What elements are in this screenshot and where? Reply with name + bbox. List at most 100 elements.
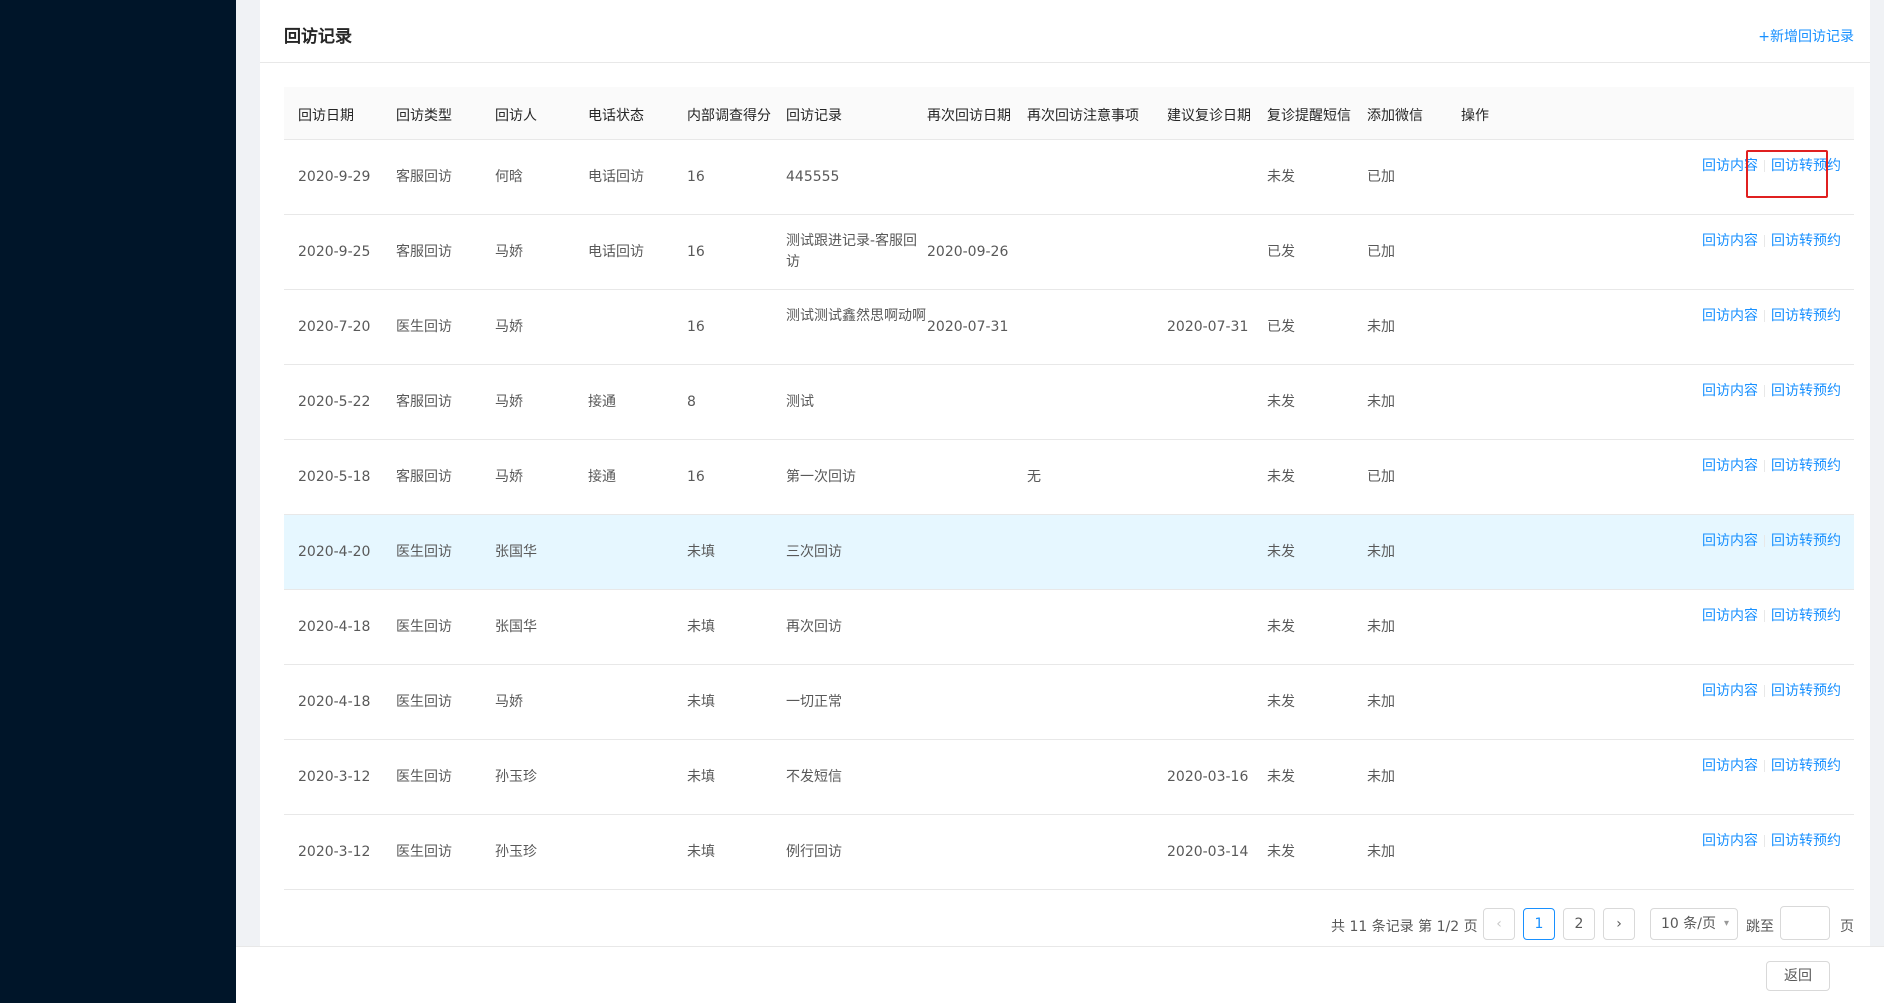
convert-to-booking-link[interactable]: 回访转预约: [1771, 458, 1841, 474]
view-content-link[interactable]: 回访内容: [1702, 458, 1758, 474]
cell-followup-type: 医生回访: [396, 619, 452, 635]
cell-phone-status: 电话回访: [588, 169, 644, 185]
col-revisit-date: 建议复诊日期: [1167, 108, 1251, 124]
jump-label: 跳至: [1746, 919, 1774, 935]
col-followup-date: 回访日期: [298, 108, 354, 124]
action-divider: [1764, 610, 1765, 622]
convert-to-booking-link[interactable]: 回访转预约: [1771, 833, 1841, 849]
action-divider: [1764, 685, 1765, 697]
cell-internal-score: 16: [687, 169, 705, 185]
cell-sms-reminder: 未发: [1267, 169, 1295, 185]
action-divider: [1764, 535, 1765, 547]
col-phone-status: 电话状态: [588, 108, 644, 124]
pagination-total: 共 11 条记录 第 1/2 页: [1331, 919, 1478, 935]
row-actions: 回访内容 回访转预约: [1702, 381, 1852, 402]
cell-wechat: 未加: [1367, 544, 1395, 560]
cell-sms-reminder: 未发: [1267, 469, 1295, 485]
view-content-link[interactable]: 回访内容: [1702, 758, 1758, 774]
col-followup-person: 回访人: [495, 108, 537, 124]
cell-followup-record: 测试测试鑫然思啊动啊: [786, 308, 926, 324]
page-2-button[interactable]: 2: [1563, 908, 1595, 940]
convert-to-booking-link[interactable]: 回访转预约: [1771, 683, 1841, 699]
content-gutter-right: [1870, 0, 1884, 946]
add-followup-link[interactable]: +新增回访记录: [1758, 26, 1854, 46]
cell-followup-date: 2020-3-12: [298, 844, 371, 860]
table-row: 2020-4-18 医生回访 张国华 未填 再次回访 未发 未加 回访内容 回访转预约: [284, 590, 1854, 665]
col-actions: 操作: [1461, 108, 1489, 124]
view-content-link[interactable]: 回访内容: [1702, 158, 1758, 174]
cell-followup-type: 医生回访: [396, 319, 452, 335]
row-actions: 回访内容 回访转预约: [1702, 156, 1852, 177]
convert-to-booking-link[interactable]: 回访转预约: [1771, 383, 1841, 399]
action-divider: [1764, 235, 1765, 247]
cell-followup-person: 马娇: [495, 694, 523, 710]
table-row: 2020-5-18 客服回访 马娇 接通 16 第一次回访 无 未发 已加 回访内容 回访转预约: [284, 440, 1854, 515]
convert-to-booking-link[interactable]: 回访转预约: [1771, 308, 1841, 324]
cell-internal-score: 16: [687, 319, 705, 335]
view-content-link[interactable]: 回访内容: [1702, 608, 1758, 624]
convert-to-booking-link[interactable]: 回访转预约: [1771, 758, 1841, 774]
page-1-button[interactable]: 1: [1523, 908, 1555, 940]
cell-sms-reminder: 未发: [1267, 544, 1295, 560]
cell-internal-score: 未填: [687, 544, 715, 560]
view-content-link[interactable]: 回访内容: [1702, 533, 1758, 549]
view-content-link[interactable]: 回访内容: [1702, 308, 1758, 324]
table-row: 2020-7-20 医生回访 马娇 16 测试测试鑫然思啊动啊 2020-07-31 202…: [284, 290, 1854, 365]
convert-to-booking-link[interactable]: 回访转预约: [1771, 158, 1841, 174]
cell-followup-record: 445555: [786, 169, 840, 185]
cell-followup-type: 医生回访: [396, 844, 452, 860]
cell-sms-reminder: 未发: [1267, 769, 1295, 785]
action-divider: [1764, 385, 1765, 397]
table-row: 2020-4-20 医生回访 张国华 未填 三次回访 未发 未加 回访内容 回访转预约: [284, 515, 1854, 590]
cell-wechat: 未加: [1367, 394, 1395, 410]
action-divider: [1764, 460, 1765, 472]
view-content-link[interactable]: 回访内容: [1702, 833, 1758, 849]
back-button[interactable]: 返回: [1766, 961, 1830, 991]
row-actions: 回访内容 回访转预约: [1702, 606, 1852, 627]
cell-followup-date: 2020-9-29: [298, 169, 371, 185]
card-header: 回访记录 +新增回访记录: [260, 0, 1870, 63]
table-row: 2020-9-25 客服回访 马娇 电话回访 16 测试跟进记录-客服回访 2020-09-…: [284, 215, 1854, 290]
row-actions: 回访内容 回访转预约: [1702, 456, 1852, 477]
view-content-link[interactable]: 回访内容: [1702, 683, 1758, 699]
cell-wechat: 未加: [1367, 619, 1395, 635]
followup-card: 回访记录 +新增回访记录 回访日期 回访类型 回访人 电话状态 内部调查得分 回…: [260, 0, 1870, 946]
prev-page-button[interactable]: ‹: [1483, 908, 1515, 940]
cell-followup-type: 客服回访: [396, 469, 452, 485]
cell-followup-record: 三次回访: [786, 544, 842, 560]
cell-followup-date: 2020-5-22: [298, 394, 371, 410]
followup-table: 回访日期 回访类型 回访人 电话状态 内部调查得分 回访记录 再次回访日期 再次…: [284, 87, 1854, 890]
convert-to-booking-link[interactable]: 回访转预约: [1771, 533, 1841, 549]
cell-wechat: 已加: [1367, 469, 1395, 485]
view-content-link[interactable]: 回访内容: [1702, 233, 1758, 249]
cell-sms-reminder: 未发: [1267, 619, 1295, 635]
table-row: 2020-5-22 客服回访 马娇 接通 8 测试 未发 未加 回访内容 回访转预约: [284, 365, 1854, 440]
cell-followup-date: 2020-5-18: [298, 469, 371, 485]
convert-to-booking-link[interactable]: 回访转预约: [1771, 233, 1841, 249]
cell-phone-status: 接通: [588, 469, 616, 485]
next-page-button[interactable]: ›: [1603, 908, 1635, 940]
cell-followup-date: 2020-3-12: [298, 769, 371, 785]
cell-followup-person: 马娇: [495, 319, 523, 335]
cell-followup-record: 一切正常: [786, 694, 842, 710]
table-header: 回访日期 回访类型 回访人 电话状态 内部调查得分 回访记录 再次回访日期 再次…: [284, 87, 1854, 140]
content-gutter: [236, 0, 260, 946]
convert-to-booking-link[interactable]: 回访转预约: [1771, 608, 1841, 624]
view-content-link[interactable]: 回访内容: [1702, 383, 1758, 399]
page-size-select[interactable]: 10 条/页 ▾: [1650, 908, 1738, 940]
jump-page-input[interactable]: [1780, 906, 1830, 940]
cell-followup-person: 孙玉珍: [495, 769, 537, 785]
cell-followup-record: 测试: [786, 394, 814, 410]
cell-wechat: 已加: [1367, 169, 1395, 185]
row-actions: 回访内容 回访转预约: [1702, 831, 1852, 852]
cell-followup-record: 测试跟进记录-客服回访: [786, 233, 918, 270]
cell-internal-score: 8: [687, 394, 696, 410]
cell-followup-person: 马娇: [495, 469, 523, 485]
cell-followup-date: 2020-4-18: [298, 694, 371, 710]
cell-wechat: 未加: [1367, 769, 1395, 785]
cell-followup-date: 2020-7-20: [298, 319, 371, 335]
cell-phone-status: 接通: [588, 394, 616, 410]
col-next-date: 再次回访日期: [927, 108, 1011, 124]
cell-revisit-date: 2020-03-16: [1167, 769, 1249, 785]
table-row: 2020-9-29 客服回访 何晗 电话回访 16 445555 未发 已加 回访内容 回访转预约: [284, 140, 1854, 215]
